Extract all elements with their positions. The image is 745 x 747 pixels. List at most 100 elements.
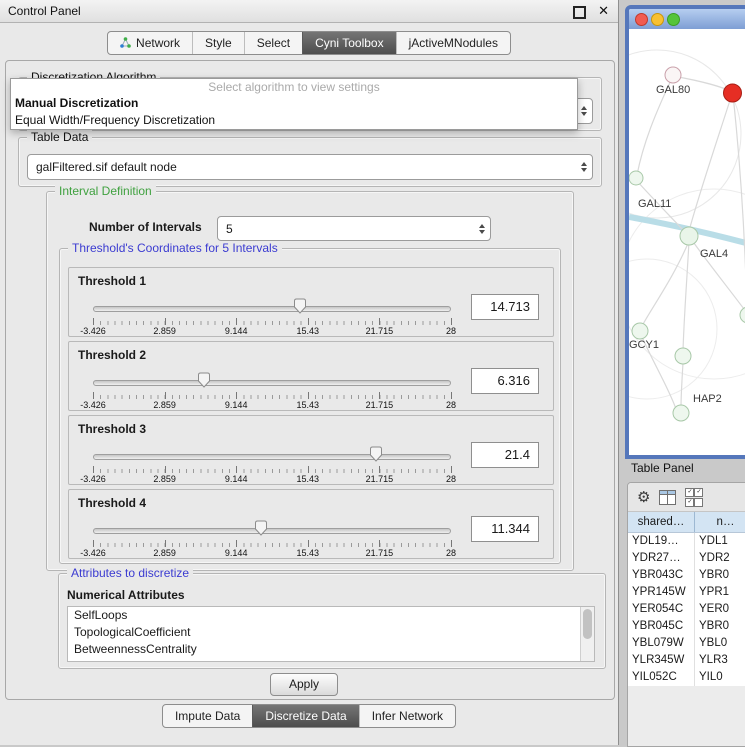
threshold-value-field[interactable]: 21.4 [471,442,539,468]
threshold-label: Threshold 1 [78,274,146,288]
dropdown-option-equal-width[interactable]: Equal Width/Frequency Discretization [11,112,577,129]
threshold-slider[interactable]: -3.426 2.859 9.144 15.43 21.715 28 [93,520,451,558]
cell: YLR345W [628,652,695,669]
column-header-name[interactable]: n… [695,512,745,532]
node-edge-cut[interactable] [740,307,745,323]
node-red-selected[interactable] [724,84,742,102]
list-item[interactable]: BetweennessCentrality [68,641,594,658]
top-tab-bar: Network Style Select Cyni Toolbox jActiv… [0,31,618,55]
table-header: shared… n… [628,512,745,533]
node-gal11[interactable] [629,171,643,185]
combo-arrows-icon [581,106,587,116]
table-data-select[interactable]: galFiltered.sif default node [27,154,593,180]
slider-track[interactable] [93,380,451,386]
close-button[interactable] [635,13,648,26]
tab-infer-network[interactable]: Infer Network [359,705,455,727]
threshold-slider[interactable]: -3.426 2.859 9.144 15.43 21.715 28 [93,372,451,410]
slider-thumb[interactable] [368,446,383,463]
slider-thumb[interactable] [254,520,269,537]
cell: YDL19… [628,533,695,550]
window-title: Control Panel [8,4,81,18]
table-row[interactable]: YPR145WYPR1 [628,584,745,601]
tab-select[interactable]: Select [244,32,302,54]
zoom-button[interactable] [667,13,680,26]
minimize-button[interactable] [651,13,664,26]
interval-definition-group: Interval Definition Number of Intervals … [46,191,574,571]
combo-arrows-icon [581,162,587,172]
numerical-attributes-list[interactable]: SelfLoops TopologicalCoefficient Between… [67,606,595,662]
close-icon[interactable]: ✕ [598,3,609,19]
tab-label: Style [205,36,232,50]
tab-label: Select [257,36,290,50]
node-gal4[interactable] [680,227,698,245]
attributes-scrollbar[interactable] [580,607,594,661]
bottom-tab-bar: Impute Data Discretize Data Infer Networ… [0,704,618,728]
network-tab-icon [120,37,131,49]
combo-value: galFiltered.sif default node [36,155,572,179]
dropdown-option-manual[interactable]: Manual Discretization [11,95,577,112]
cell: YBL0 [695,635,745,652]
gear-icon[interactable]: ⚙ [637,490,650,505]
node-gal80[interactable] [665,67,681,83]
threshold-slider[interactable]: -3.426 2.859 9.144 15.43 21.715 28 [93,446,451,484]
tab-discretize-data[interactable]: Discretize Data [252,705,358,727]
table-row[interactable]: YDL19…YDL1 [628,533,745,550]
cell: YBR045C [628,618,695,635]
node-hap2[interactable] [673,405,689,421]
network-canvas[interactable]: GAL80 GAL11 GAL4 GCY1 HAP2 [629,29,745,455]
tab-network[interactable]: Network [108,32,192,54]
column-filter-icons[interactable] [685,488,702,507]
cell: YIL0 [695,669,745,686]
node-gcy1[interactable] [632,323,648,339]
table-row[interactable]: YBR043CYBR0 [628,567,745,584]
attributes-group: Attributes to discretize Numerical Attri… [58,573,606,669]
table-toolbar: ⚙ [628,483,745,512]
columns-icon[interactable] [659,490,676,505]
table-row[interactable]: YBR045CYBR0 [628,618,745,635]
slider-thumb[interactable] [196,372,211,389]
interval-count-select[interactable]: 5 [217,216,491,241]
table-row[interactable]: YER054CYER0 [628,601,745,618]
group-title: Interval Definition [55,184,156,198]
slider-ticks [93,540,451,547]
table-row[interactable]: YDR27…YDR2 [628,550,745,567]
threshold-panel: Threshold 4 -3.426 2.859 9.144 [68,489,554,559]
tab-jactivemnodules[interactable]: jActiveMNodules [396,32,510,54]
slider-track[interactable] [93,454,451,460]
tab-cyni-toolbox[interactable]: Cyni Toolbox [302,32,395,54]
apply-button[interactable]: Apply [270,673,338,696]
cell: YBR0 [695,618,745,635]
list-item[interactable]: TopologicalCoefficient [68,624,594,641]
threshold-value-field[interactable]: 6.316 [471,368,539,394]
node-unlabeled[interactable] [675,348,691,364]
cell: YDR2 [695,550,745,567]
table-row[interactable]: YLR345WYLR3 [628,652,745,669]
float-window-icon[interactable] [573,6,586,19]
tab-impute-data[interactable]: Impute Data [163,705,252,727]
group-title: Threshold's Coordinates for 5 Intervals [68,241,282,255]
network-view-window: GAL80 GAL11 GAL4 GCY1 HAP2 [625,5,745,459]
threshold-slider[interactable]: -3.426 2.859 9.144 15.43 21.715 28 [93,298,451,336]
node-label: GAL80 [656,84,690,96]
slider-track[interactable] [93,306,451,312]
cell: YBL079W [628,635,695,652]
table-body: YDL19…YDL1 YDR27…YDR2 YBR043CYBR0 YPR145… [628,533,745,686]
node-label: GCY1 [629,339,659,351]
slider-track[interactable] [93,528,451,534]
control-panel-window: Control Panel ✕ Network Style Select Cyn… [0,0,619,745]
numerical-attributes-label: Numerical Attributes [67,588,185,602]
table-row[interactable]: YIL052CYIL0 [628,669,745,686]
slider-ticks [93,392,451,399]
slider-scale: -3.426 2.859 9.144 15.43 21.715 28 [93,548,451,558]
column-header-shared-name[interactable]: shared… [628,512,695,532]
table-row[interactable]: YBL079WYBL0 [628,635,745,652]
cell: YER0 [695,601,745,618]
scrollbar-thumb[interactable] [583,609,592,639]
cell: YBR0 [695,567,745,584]
threshold-value-field[interactable]: 11.344 [471,516,539,542]
tab-style[interactable]: Style [192,32,244,54]
table-panel-title: Table Panel [631,461,694,475]
list-item[interactable]: SelfLoops [68,607,594,624]
threshold-value-field[interactable]: 14.713 [471,294,539,320]
slider-thumb[interactable] [292,298,307,315]
